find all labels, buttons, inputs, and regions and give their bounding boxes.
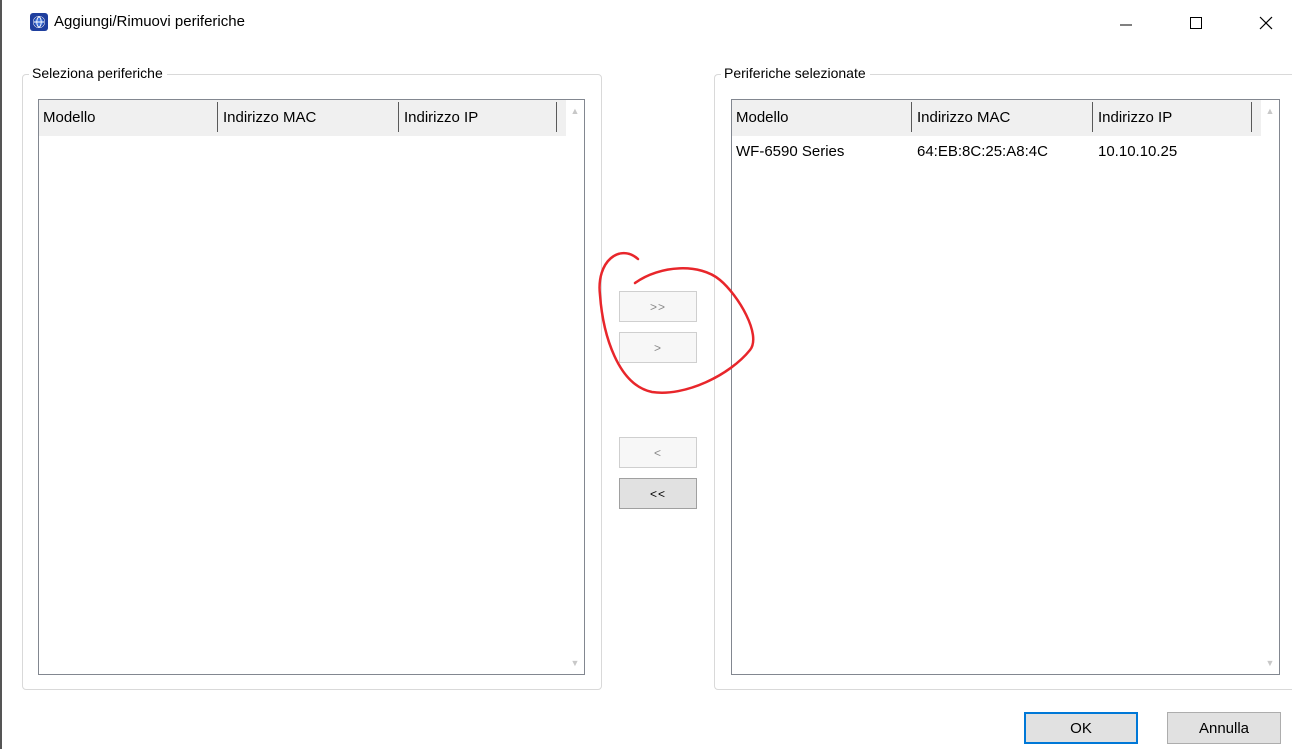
scroll-down-icon[interactable]: ▼ xyxy=(1261,654,1279,672)
window-left-edge xyxy=(0,0,2,749)
window-title: Aggiungi/Rimuovi periferiche xyxy=(54,13,245,30)
cancel-button[interactable]: Annulla xyxy=(1167,712,1281,744)
scroll-down-icon[interactable]: ▼ xyxy=(566,654,584,672)
cell-mac: 64:EB:8C:25:A8:4C xyxy=(917,143,1048,160)
column-divider[interactable] xyxy=(217,102,218,132)
column-header-mac[interactable]: Indirizzo MAC xyxy=(913,100,1091,135)
scroll-up-icon[interactable]: ▲ xyxy=(1261,102,1279,120)
minimize-button[interactable] xyxy=(1103,0,1149,46)
column-divider[interactable] xyxy=(911,102,912,132)
close-button[interactable] xyxy=(1243,0,1289,46)
remove-all-button[interactable]: << xyxy=(619,478,697,509)
maximize-button[interactable] xyxy=(1173,0,1219,46)
vertical-scrollbar[interactable]: ▲ ▼ xyxy=(566,100,584,674)
cell-model: WF-6590 Series xyxy=(736,143,845,160)
list-header: Modello Indirizzo MAC Indirizzo IP xyxy=(39,100,566,136)
available-devices-list[interactable]: Modello Indirizzo MAC Indirizzo IP ▲ ▼ xyxy=(38,99,585,675)
column-divider[interactable] xyxy=(1251,102,1252,132)
scroll-up-icon[interactable]: ▲ xyxy=(566,102,584,120)
close-icon xyxy=(1259,16,1273,30)
column-header-model[interactable]: Modello xyxy=(732,100,910,135)
vertical-scrollbar[interactable]: ▲ ▼ xyxy=(1261,100,1279,674)
app-globe-icon xyxy=(30,13,48,31)
cell-ip: 10.10.10.25 xyxy=(1098,143,1178,160)
remove-button[interactable]: < xyxy=(619,437,697,468)
column-header-ip[interactable]: Indirizzo IP xyxy=(1094,100,1252,135)
column-divider[interactable] xyxy=(556,102,557,132)
minimize-icon xyxy=(1120,24,1132,26)
table-row[interactable]: WF-6590 Series 64:EB:8C:25:A8:4C 10.10.1… xyxy=(732,139,1260,165)
maximize-icon xyxy=(1190,17,1202,29)
column-divider[interactable] xyxy=(1092,102,1093,132)
selected-devices-list[interactable]: Modello Indirizzo MAC Indirizzo IP WF-65… xyxy=(731,99,1280,675)
available-devices-legend: Seleziona periferiche xyxy=(29,65,167,81)
column-divider[interactable] xyxy=(398,102,399,132)
ok-button[interactable]: OK xyxy=(1024,712,1138,744)
column-header-mac[interactable]: Indirizzo MAC xyxy=(219,100,397,135)
column-header-ip[interactable]: Indirizzo IP xyxy=(400,100,558,135)
title-bar: Aggiungi/Rimuovi periferiche xyxy=(10,0,1292,46)
red-annotation-circle xyxy=(598,252,755,394)
selected-devices-legend: Periferiche selezionate xyxy=(721,65,870,81)
list-header: Modello Indirizzo MAC Indirizzo IP xyxy=(732,100,1261,136)
column-header-model[interactable]: Modello xyxy=(39,100,217,135)
